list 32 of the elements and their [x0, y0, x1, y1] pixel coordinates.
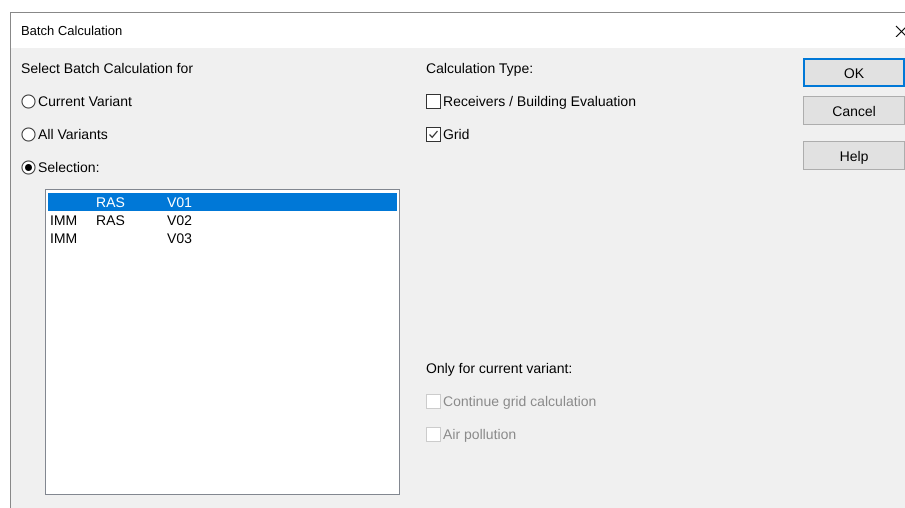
- radio-label: Current Variant: [38, 93, 132, 109]
- checkbox-label: Receivers / Building Evaluation: [443, 93, 636, 109]
- list-cell: V03: [167, 230, 192, 246]
- radio-label: All Variants: [38, 126, 108, 142]
- radio-button[interactable]: [21, 126, 36, 142]
- group-label: Select Batch Calculation for: [21, 59, 194, 78]
- list-cell: RAS: [96, 212, 125, 228]
- list-row[interactable]: RAS V01: [48, 193, 397, 211]
- check-icon: [428, 128, 439, 140]
- close-icon[interactable]: [895, 24, 905, 36]
- list-cell: RAS: [96, 194, 125, 210]
- checkbox-label: Air pollution: [443, 426, 516, 442]
- group-label: Only for current variant:: [426, 359, 574, 378]
- list-row[interactable]: IMM RAS V02: [48, 211, 397, 229]
- dialog-button[interactable]: Cancel: [803, 96, 905, 125]
- list-cell: V01: [167, 194, 192, 210]
- dialog-button[interactable]: Help: [803, 141, 905, 170]
- radio-button[interactable]: [21, 94, 36, 108]
- window-title: Batch Calculation: [21, 23, 122, 38]
- dialog-button[interactable]: OK: [803, 58, 905, 87]
- radio-button[interactable]: [21, 160, 36, 174]
- checkbox-label: Continue grid calculation: [443, 393, 596, 409]
- group-label: Calculation Type:: [426, 59, 534, 78]
- checkbox[interactable]: [426, 94, 441, 108]
- selection-list[interactable]: RAS V01 IMM RAS V02 IMM V03: [45, 189, 400, 495]
- checkbox[interactable]: [426, 126, 441, 142]
- radio-label: Selection:: [38, 159, 100, 175]
- checkbox-label: Grid: [443, 126, 470, 142]
- list-row[interactable]: IMM V03: [48, 229, 397, 247]
- list-cell: V02: [167, 212, 192, 228]
- list-cell: IMM: [50, 212, 78, 228]
- list-cell: IMM: [50, 230, 78, 246]
